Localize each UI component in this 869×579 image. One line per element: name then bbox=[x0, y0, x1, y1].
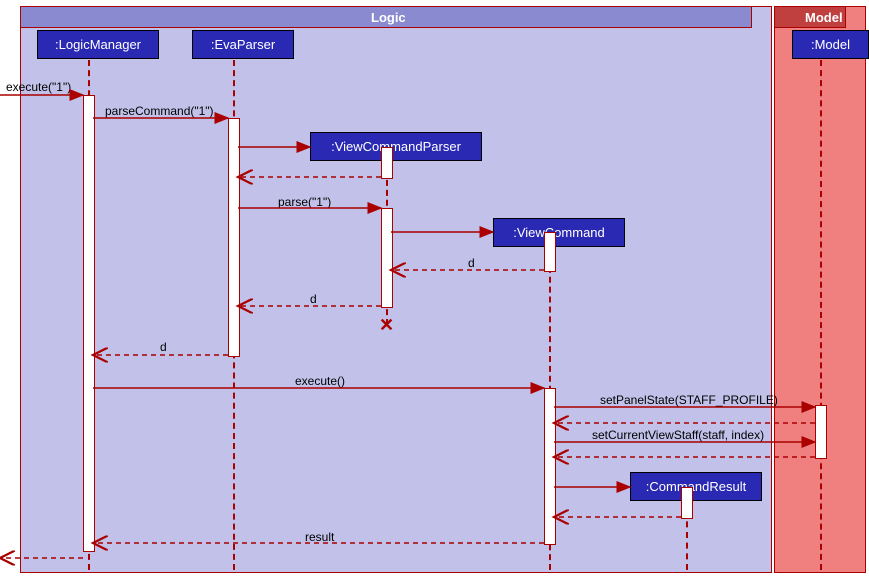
participant-model: :Model bbox=[792, 30, 869, 59]
msg-setpanelstate: setPanelState(STAFF_PROFILE) bbox=[600, 393, 778, 407]
msg-result: result bbox=[305, 530, 334, 544]
model-frame-label: Model bbox=[795, 7, 853, 28]
activation-evaparser bbox=[228, 118, 240, 357]
msg-parse1: parse("1") bbox=[278, 195, 331, 209]
destroy-icon: ✕ bbox=[379, 316, 394, 334]
sequence-diagram: Logic Model :LogicManager :EvaParser :Vi… bbox=[0, 0, 869, 579]
logic-frame-label: Logic bbox=[361, 7, 416, 28]
msg-execute: execute() bbox=[295, 374, 345, 388]
participant-viewcommand: :ViewCommand bbox=[493, 218, 625, 247]
activation-vcp-1 bbox=[381, 147, 393, 179]
activation-vc-1 bbox=[544, 232, 556, 272]
lifeline-model bbox=[820, 60, 822, 570]
msg-execute1: execute("1") bbox=[6, 80, 71, 94]
msg-setcurrentviewstaff: setCurrentViewStaff(staff, index) bbox=[592, 428, 764, 442]
msg-parsecommand1: parseCommand("1") bbox=[105, 104, 214, 118]
activation-vcp-2 bbox=[381, 208, 393, 308]
participant-logicmanager: :LogicManager bbox=[37, 30, 159, 59]
activation-model bbox=[815, 405, 827, 459]
participant-commandresult: :CommandResult bbox=[630, 472, 762, 501]
activation-vc-2 bbox=[544, 388, 556, 545]
participant-evaparser: :EvaParser bbox=[192, 30, 294, 59]
activation-logicmanager bbox=[83, 95, 95, 552]
msg-d1: d bbox=[468, 256, 475, 270]
activation-cr bbox=[681, 487, 693, 519]
participant-viewcommandparser: :ViewCommandParser bbox=[310, 132, 482, 161]
msg-d3: d bbox=[160, 340, 167, 354]
msg-d2: d bbox=[310, 292, 317, 306]
